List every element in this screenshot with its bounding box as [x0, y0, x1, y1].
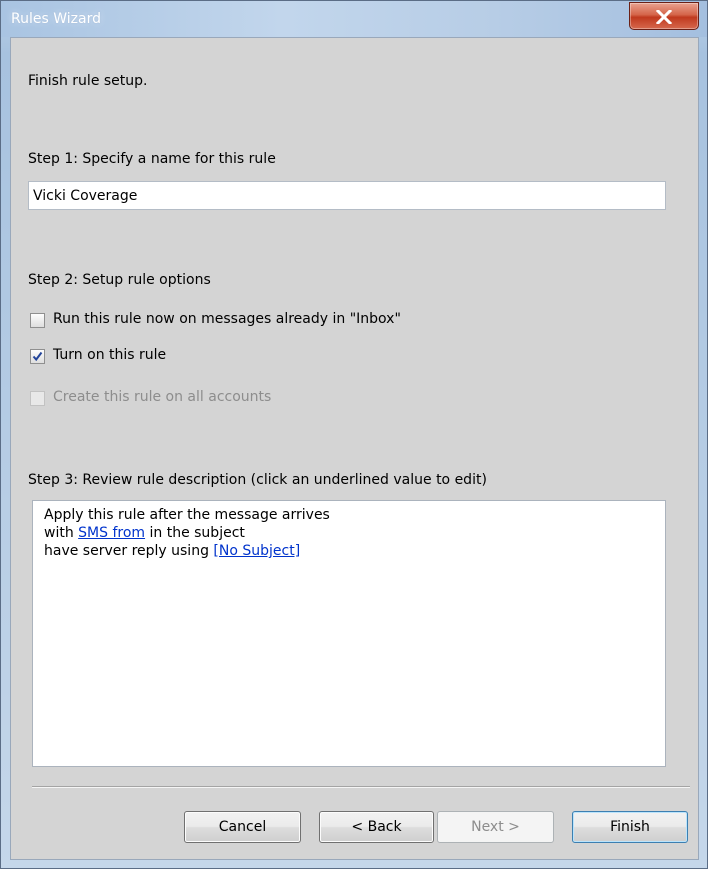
rules-wizard-window: Rules Wizard Finish rule setup. Step 1: … — [0, 0, 708, 869]
next-button: Next > — [437, 811, 554, 843]
rule-name-input[interactable] — [28, 181, 666, 210]
step2-label: Step 2: Setup rule options — [28, 272, 211, 288]
checkmark-icon — [32, 351, 43, 362]
close-icon — [656, 10, 672, 24]
no-subject-link[interactable]: [No Subject] — [213, 543, 300, 559]
description-line: with SMS from in the subject — [44, 525, 245, 541]
description-text: in the subject — [145, 525, 245, 541]
turn-on-checkbox[interactable] — [30, 349, 45, 364]
description-text: have server reply using — [44, 543, 214, 559]
header-text: Finish rule setup. — [28, 73, 148, 89]
description-line: have server reply using [No Subject] — [44, 543, 300, 559]
description-text: with — [44, 525, 79, 541]
all-accounts-label: Create this rule on all accounts — [53, 389, 272, 405]
back-button[interactable]: < Back — [319, 811, 434, 843]
step3-label: Step 3: Review rule description (click a… — [28, 472, 487, 488]
all-accounts-checkbox — [30, 391, 45, 406]
description-line: Apply this rule after the message arrive… — [44, 507, 330, 523]
window-title: Rules Wizard — [11, 11, 101, 27]
cancel-button[interactable]: Cancel — [184, 811, 301, 843]
description-text: Apply this rule after the message arrive… — [44, 507, 330, 523]
separator — [32, 786, 690, 788]
turn-on-label[interactable]: Turn on this rule — [53, 347, 166, 363]
dialog-body: Finish rule setup. Step 1: Specify a nam… — [10, 37, 699, 860]
run-now-label[interactable]: Run this rule now on messages already in… — [53, 311, 401, 327]
close-button[interactable] — [629, 2, 699, 30]
title-bar[interactable]: Rules Wizard — [1, 1, 707, 37]
finish-button[interactable]: Finish — [572, 811, 688, 843]
rule-description-box[interactable]: Apply this rule after the message arrive… — [32, 500, 666, 767]
sms-from-link[interactable]: SMS from — [78, 525, 145, 541]
run-now-checkbox[interactable] — [30, 313, 45, 328]
step1-label: Step 1: Specify a name for this rule — [28, 151, 276, 167]
